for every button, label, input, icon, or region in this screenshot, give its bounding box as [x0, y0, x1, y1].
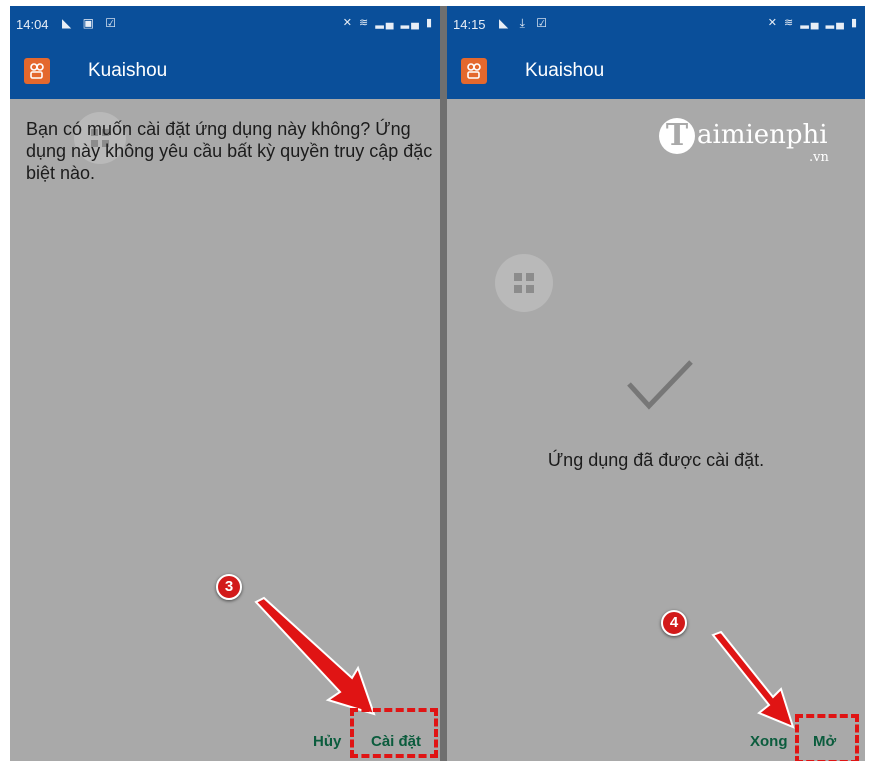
status-time: 14:04: [16, 17, 49, 32]
pointer-arrow-icon: [254, 596, 376, 716]
app-grid-icon: [495, 254, 553, 312]
checkmark-icon: [627, 360, 693, 410]
install-complete-screen: 14:15 ◣ ⤓ ☑ ✕ ≋ ▂▄ ▂▄ ▮ Kuaishou T aimie…: [447, 6, 865, 761]
watermark-domain: .vn: [809, 150, 829, 165]
pointer-arrow-icon: [711, 631, 795, 729]
status-time: 14:15: [453, 17, 486, 32]
status-notification-icons: ◣ ⤓ ☑: [499, 16, 551, 30]
watermark-logo: T aimienphi .vn: [659, 116, 849, 176]
app-title: Kuaishou: [88, 60, 168, 81]
app-bar: Kuaishou: [447, 44, 865, 99]
app-bar: Kuaishou: [10, 44, 440, 99]
install-button[interactable]: Cài đặt: [371, 733, 421, 750]
open-button[interactable]: Mở: [813, 733, 836, 750]
status-notification-icons: ◣ ▣ ☑: [62, 16, 120, 30]
watermark-text: aimienphi: [697, 120, 828, 150]
status-system-icons: ✕ ≋ ▂▄ ▂▄ ▮: [767, 17, 859, 29]
install-prompt-screen: 14:04 ◣ ▣ ☑ ✕ ≋ ▂▄ ▂▄ ▮ Kuaishou Bạn có …: [10, 6, 440, 761]
step-4-marker: 4: [661, 610, 687, 636]
kuaishou-app-icon: [461, 58, 487, 84]
screen-divider: [440, 6, 447, 761]
done-button[interactable]: Xong: [750, 733, 788, 750]
install-success-message: Ứng dụng đã được cài đặt.: [547, 450, 765, 470]
install-question: Bạn có muốn cài đặt ứng dụng này không? …: [26, 119, 433, 183]
cancel-button[interactable]: Hủy: [313, 733, 341, 750]
kuaishou-app-icon: [24, 58, 50, 84]
watermark-initial: T: [659, 118, 695, 154]
status-system-icons: ✕ ≋ ▂▄ ▂▄ ▮: [342, 17, 434, 29]
step-3-marker: 3: [216, 574, 242, 600]
status-bar: 14:15 ◣ ⤓ ☑ ✕ ≋ ▂▄ ▂▄ ▮: [447, 6, 865, 44]
status-bar: 14:04 ◣ ▣ ☑ ✕ ≋ ▂▄ ▂▄ ▮: [10, 6, 440, 44]
app-title: Kuaishou: [525, 60, 605, 81]
